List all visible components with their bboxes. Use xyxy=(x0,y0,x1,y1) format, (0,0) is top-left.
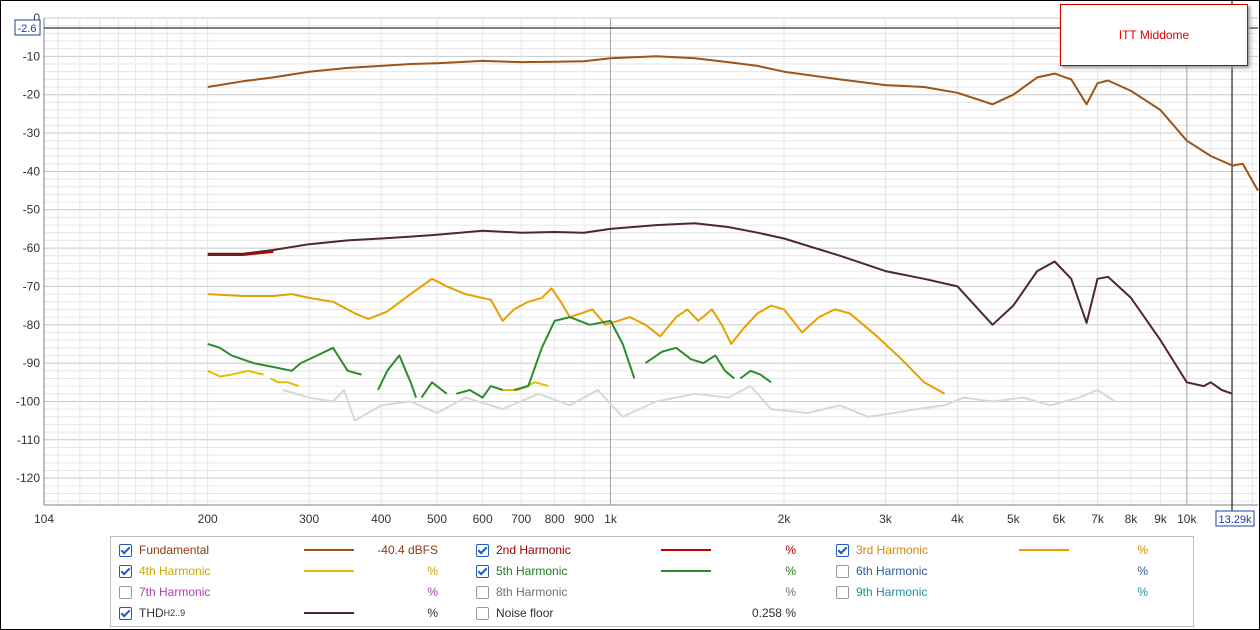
legend-checkbox-4th-harmonic[interactable] xyxy=(119,564,132,578)
legend-label: 5th Harmonic xyxy=(496,564,568,578)
series-4th-harmonic xyxy=(269,377,300,388)
x-tick-label: 5k xyxy=(1007,512,1021,526)
legend-label: Fundamental xyxy=(139,543,210,557)
series-3rd-harmonic xyxy=(207,277,946,395)
y-tick-label: -10 xyxy=(23,49,41,63)
x-tick-label: 800 xyxy=(545,512,565,526)
legend-label: 9th Harmonic xyxy=(856,585,928,599)
legend-value-noise-floor: 0.258 % xyxy=(751,606,796,620)
y-tick-label: -20 xyxy=(23,88,41,102)
legend-panel: Fundamental -40.4 dBFS 2nd Harmonic% 3rd Ha… xyxy=(110,536,1194,627)
legend-value-2nd-harmonic: % xyxy=(785,543,796,557)
legend-value-4th-harmonic: % xyxy=(427,564,438,578)
x-tick-label: 600 xyxy=(473,512,493,526)
legend-item-fundamental[interactable]: Fundamental xyxy=(119,541,209,559)
x-tick-label: 300 xyxy=(299,512,319,526)
cursor-y-readout: -2.6 xyxy=(18,23,37,35)
legend-value-3rd-harmonic: % xyxy=(1137,543,1148,557)
legend-checkbox-9th-harmonic[interactable] xyxy=(836,585,849,599)
legend-value-8th-harmonic: % xyxy=(785,585,796,599)
legend-item-9th-harmonic[interactable]: 9th Harmonic xyxy=(836,583,927,601)
x-tick-label: 700 xyxy=(511,512,531,526)
legend-label: Noise floor xyxy=(496,606,554,620)
legend-checkbox-6th-harmonic[interactable] xyxy=(836,564,849,578)
x-tick-label: 1k xyxy=(604,512,618,526)
series-fundamental xyxy=(207,55,1259,192)
legend-checkbox-7th-harmonic[interactable] xyxy=(119,585,132,599)
x-tick-label: 400 xyxy=(371,512,391,526)
legend-item-4th-harmonic[interactable]: 4th Harmonic xyxy=(119,562,210,580)
chart-annotation[interactable]: ITT Middome xyxy=(1060,4,1248,66)
x-tick-label: 7k xyxy=(1091,512,1105,526)
legend-value-9th-harmonic: % xyxy=(1137,585,1148,599)
series-5th-harmonic xyxy=(377,354,418,398)
legend-checkbox-thd[interactable] xyxy=(119,606,132,620)
legend-item-8th-harmonic[interactable]: 8th Harmonic xyxy=(476,583,567,601)
series-4th-harmonic xyxy=(207,369,264,378)
legend-value-thd: % xyxy=(427,606,438,620)
x-tick-label: 2k xyxy=(778,512,792,526)
y-tick-label: -70 xyxy=(23,279,41,293)
x-tick-label: 900 xyxy=(574,512,594,526)
y-tick-label: -30 xyxy=(23,126,41,140)
legend-item-6th-harmonic[interactable]: 6th Harmonic xyxy=(836,562,927,580)
y-tick-label: -40 xyxy=(23,164,41,178)
x-tick-label: 3k xyxy=(879,512,893,526)
legend-checkbox-2nd-harmonic[interactable] xyxy=(476,543,489,557)
y-tick-label: -100 xyxy=(16,394,40,408)
x-tick-label: 200 xyxy=(198,512,218,526)
legend-checkbox-3rd-harmonic[interactable] xyxy=(836,543,849,557)
series-thd xyxy=(207,222,1233,395)
legend-label: 8th Harmonic xyxy=(496,585,568,599)
legend-label: 3rd Harmonic xyxy=(856,543,929,557)
x-tick-label: 10k xyxy=(1177,512,1197,526)
annotation-title: ITT Middome xyxy=(1118,28,1190,42)
legend-item-5th-harmonic[interactable]: 5th Harmonic xyxy=(476,562,567,580)
legend-checkbox-fundamental[interactable] xyxy=(119,543,132,557)
series-5th-harmonic xyxy=(456,385,504,399)
x-tick-label: 6k xyxy=(1053,512,1067,526)
legend-checkbox-noise-floor[interactable] xyxy=(476,606,489,620)
legend-checkbox-8th-harmonic[interactable] xyxy=(476,585,489,599)
legend-value-fundamental: -40.4 dBFS xyxy=(377,543,438,557)
x-tick-label: 9k xyxy=(1154,512,1168,526)
legend-item-thd[interactable]: THD H2..9 xyxy=(119,604,185,622)
legend-label: 7th Harmonic xyxy=(139,585,211,599)
legend-label: 6th Harmonic xyxy=(856,564,928,578)
legend-label: 2nd Harmonic xyxy=(496,543,571,557)
legend-label: 4th Harmonic xyxy=(139,564,211,578)
legend-value-5th-harmonic: % xyxy=(785,564,796,578)
series-noise-floor xyxy=(282,385,1116,422)
x-tick-label: 104 xyxy=(34,512,54,526)
y-tick-label: -110 xyxy=(17,433,40,447)
legend-label-subscript: H2..9 xyxy=(163,608,186,618)
legend-checkbox-5th-harmonic[interactable] xyxy=(476,564,489,578)
series-5th-harmonic xyxy=(207,342,362,376)
series-5th-harmonic xyxy=(420,381,448,399)
y-tick-label: -50 xyxy=(23,203,41,217)
y-tick-label: -80 xyxy=(23,318,41,332)
y-tick-label: -90 xyxy=(23,356,41,370)
legend-item-noise-floor[interactable]: Noise floor xyxy=(476,604,553,622)
legend-item-7th-harmonic[interactable]: 7th Harmonic xyxy=(119,583,210,601)
x-tick-label: 500 xyxy=(427,512,447,526)
x-tick-label: 4k xyxy=(951,512,965,526)
legend-value-6th-harmonic: % xyxy=(1137,564,1148,578)
x-tick-label: 8k xyxy=(1125,512,1139,526)
cursor-x-readout: 13.29k xyxy=(1218,514,1252,526)
legend-value-7th-harmonic: % xyxy=(427,585,438,599)
legend-label: THD xyxy=(139,606,164,620)
y-tick-label: -60 xyxy=(23,241,41,255)
series-5th-harmonic xyxy=(513,316,636,391)
legend-item-3rd-harmonic[interactable]: 3rd Harmonic xyxy=(836,541,928,559)
series-5th-harmonic xyxy=(739,369,772,384)
legend-item-2nd-harmonic[interactable]: 2nd Harmonic xyxy=(476,541,571,559)
y-tick-label: -120 xyxy=(16,471,40,485)
